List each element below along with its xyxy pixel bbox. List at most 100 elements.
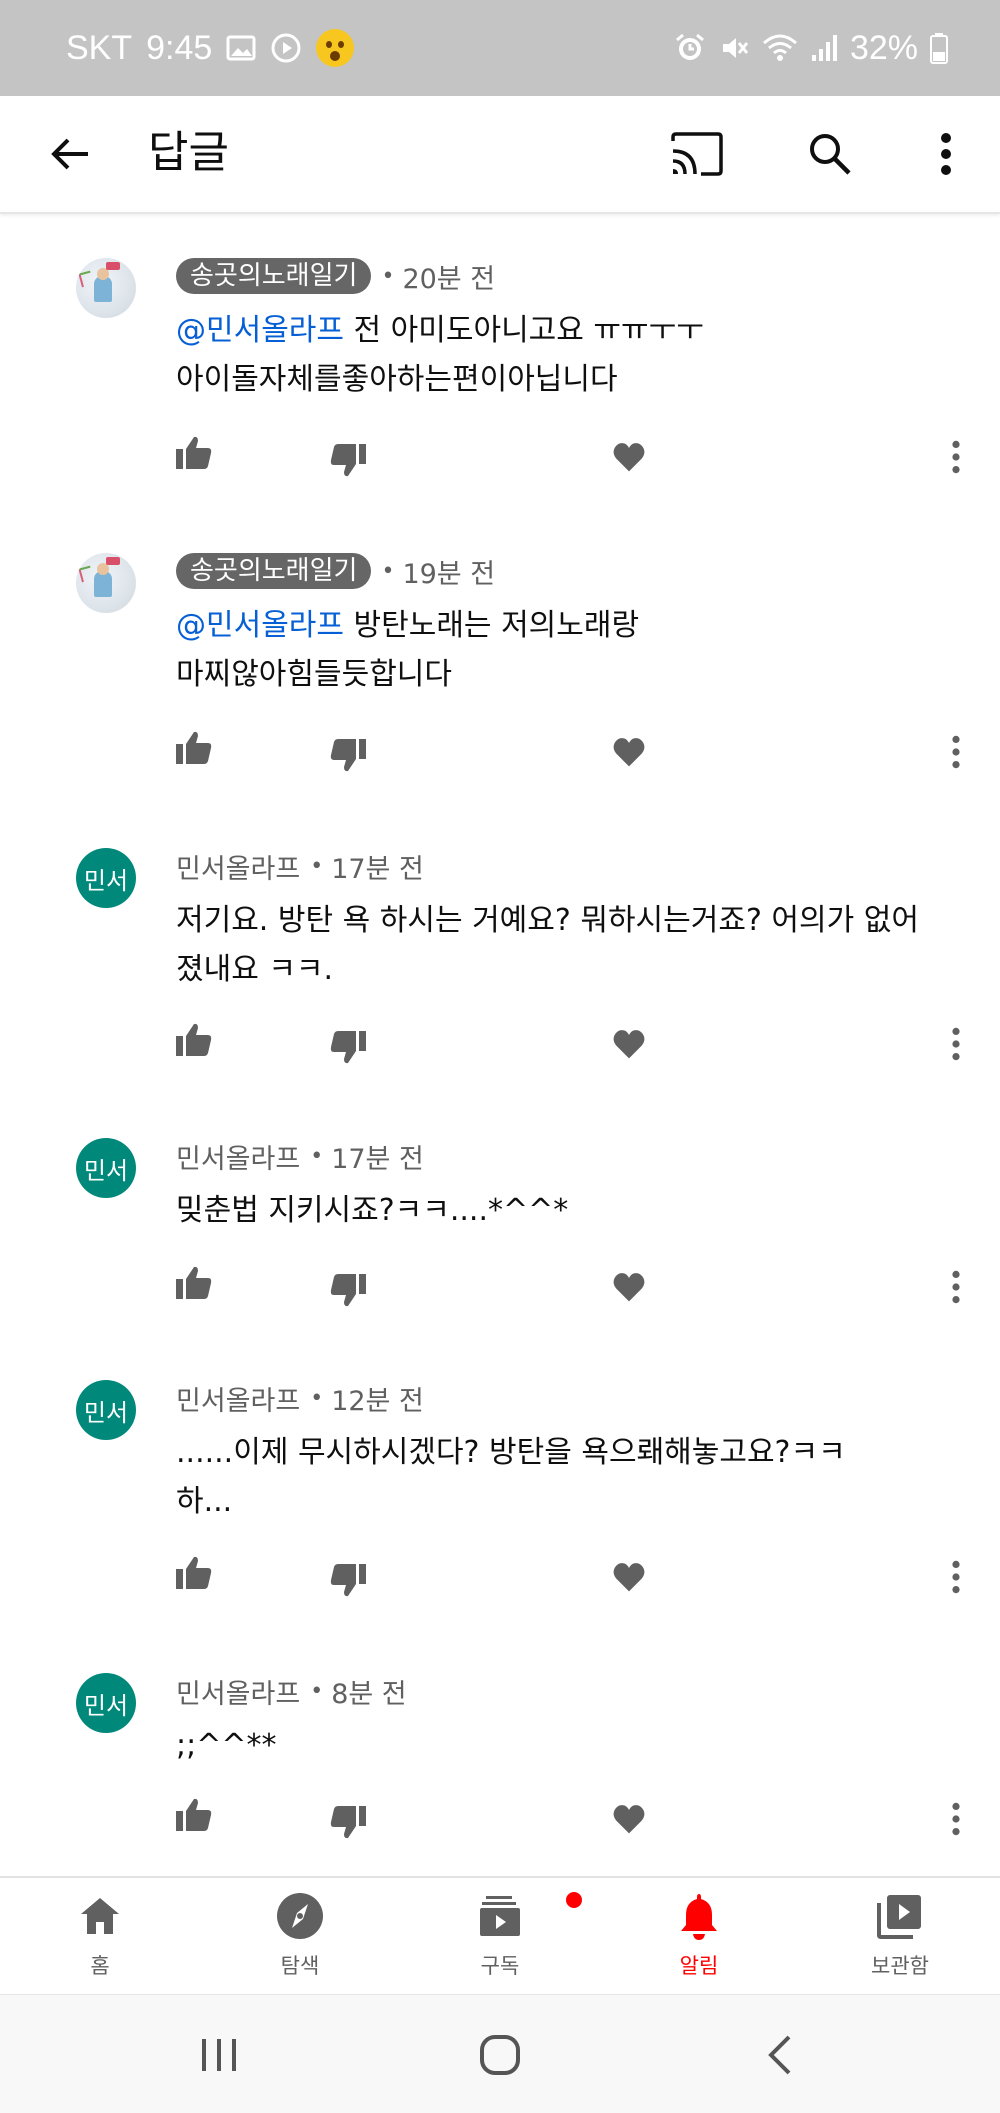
nav-library-label: 보관함 — [871, 1954, 929, 1978]
status-right: 32% — [674, 0, 948, 96]
system-nav-bar — [0, 1994, 1000, 2113]
system-home-button[interactable] — [465, 2020, 535, 2090]
dislike-button[interactable] — [320, 425, 376, 481]
comment-line-2: 마찌않아힘들듯합니다 — [176, 657, 452, 692]
battery-percent: 32% — [849, 28, 918, 67]
comment-more-button[interactable] — [928, 720, 984, 776]
heart-button[interactable] — [601, 1545, 657, 1601]
mention-link[interactable]: @민서올라프 — [176, 313, 344, 348]
subscriptions-icon — [480, 1896, 520, 1936]
avatar[interactable]: 민서 — [76, 848, 136, 908]
library-icon — [877, 1895, 921, 1939]
nav-notifications[interactable]: 알림 — [624, 1886, 774, 1990]
comment-text: ;;^^** — [176, 1728, 277, 1763]
comment-more-button[interactable] — [928, 1787, 984, 1843]
page-title: 답글 — [148, 127, 229, 178]
comment-actions — [0, 1255, 1000, 1315]
comment-text: @민서올라프 방탄노래는 저의노래랑마찌않아힘들듯합니다 — [176, 601, 936, 699]
thumbs-up-icon — [174, 1795, 214, 1835]
thumbs-down-icon — [328, 735, 368, 775]
thumbs-down-icon — [328, 440, 368, 480]
like-button[interactable] — [166, 1545, 222, 1601]
dislike-button[interactable] — [320, 1255, 376, 1311]
bottom-nav: 홈 탐색 구독 알림 보관함 — [0, 1876, 1000, 1994]
dislike-button[interactable] — [320, 1012, 376, 1068]
more-vert-icon — [951, 1269, 961, 1305]
play-icon — [270, 32, 302, 64]
comment-actions — [0, 1545, 1000, 1605]
comment-line-1: 방탄노래는 저의노래랑 — [344, 608, 640, 643]
avatar[interactable] — [76, 258, 136, 318]
comment-actions — [0, 425, 1000, 485]
author-name[interactable]: 민서올라프 — [176, 1379, 300, 1418]
like-button[interactable] — [166, 1787, 222, 1843]
nav-home[interactable]: 홈 — [25, 1886, 175, 1990]
author-name[interactable]: 민서올라프 — [176, 1137, 300, 1176]
notifications-icon — [681, 1894, 717, 1940]
gallery-icon — [226, 34, 256, 62]
thumbs-down-icon — [328, 1027, 368, 1067]
nav-library[interactable]: 보관함 — [825, 1886, 975, 1990]
dislike-button[interactable] — [320, 1545, 376, 1601]
comment-line-1: ......이제 무시하시겠다? 방탄을 욕으뢔해놓고요?ㅋㅋ — [176, 1435, 846, 1470]
avatar[interactable]: 민서 — [76, 1380, 136, 1440]
comment-actions — [0, 1012, 1000, 1072]
heart-icon — [611, 1559, 647, 1595]
clock-label: 9:45 — [146, 28, 213, 67]
cast-button[interactable] — [664, 124, 730, 184]
back-chevron-icon — [768, 2035, 791, 2075]
comment-text: ......이제 무시하시겠다? 방탄을 욕으뢔해놓고요?ㅋㅋ 하... — [176, 1428, 936, 1526]
author-name[interactable]: 민서올라프 — [176, 847, 300, 886]
like-button[interactable] — [166, 720, 222, 776]
heart-icon — [611, 734, 647, 770]
dislike-button[interactable] — [320, 1787, 376, 1843]
comment-meta: 민서올라프 • 17분 전 — [176, 1137, 424, 1176]
system-back-button[interactable] — [745, 2020, 815, 2090]
back-button[interactable] — [40, 124, 100, 184]
comment-text: 밎춘법 지키시죠?ㅋㅋ....*^^* — [176, 1193, 569, 1228]
like-button[interactable] — [166, 425, 222, 481]
status-left: SKT 9:45 — [66, 0, 355, 96]
thumbs-up-icon — [174, 1553, 214, 1593]
nav-subscriptions[interactable]: 구독 — [425, 1886, 584, 1990]
comment-more-button[interactable] — [928, 1255, 984, 1311]
heart-icon — [611, 1801, 647, 1837]
comment-meta: 송곳의노래일기 • 19분 전 — [176, 553, 495, 590]
avatar[interactable] — [76, 553, 136, 613]
comment-meta: 송곳의노래일기 • 20분 전 — [176, 258, 495, 295]
author-chip[interactable]: 송곳의노래일기 — [176, 553, 372, 589]
comment-actions — [0, 1787, 1000, 1847]
comment-meta: 민서올라프 • 8분 전 — [176, 1672, 407, 1711]
recent-apps-button[interactable] — [184, 2020, 254, 2090]
author-chip[interactable]: 송곳의노래일기 — [176, 258, 372, 294]
nav-explore[interactable]: 탐색 — [225, 1886, 375, 1990]
avatar[interactable]: 민서 — [76, 1673, 136, 1733]
search-button[interactable] — [800, 124, 860, 184]
heart-button[interactable] — [601, 1787, 657, 1843]
comment-more-button[interactable] — [928, 1012, 984, 1068]
nav-explore-label: 탐색 — [280, 1954, 320, 1978]
comment-time: 8분 전 — [331, 1678, 407, 1710]
comment-line-2: 아이돌자체를좋아하는편이아닙니다 — [176, 362, 618, 397]
like-button[interactable] — [166, 1255, 222, 1311]
like-button[interactable] — [166, 1012, 222, 1068]
comment-more-button[interactable] — [928, 425, 984, 481]
heart-button[interactable] — [601, 1012, 657, 1068]
mention-link[interactable]: @민서올라프 — [176, 608, 344, 643]
heart-button[interactable] — [601, 1255, 657, 1311]
heart-button[interactable] — [601, 720, 657, 776]
more-vert-icon — [951, 439, 961, 475]
author-name[interactable]: 민서올라프 — [176, 1672, 300, 1711]
search-icon — [810, 134, 851, 175]
comment-more-button[interactable] — [928, 1545, 984, 1601]
heart-button[interactable] — [601, 425, 657, 481]
thumbs-up-icon — [174, 433, 214, 473]
thumbs-up-icon — [174, 728, 214, 768]
heart-icon — [611, 1269, 647, 1305]
signal-icon — [810, 33, 838, 63]
avatar[interactable]: 민서 — [76, 1138, 136, 1198]
nav-subscriptions-label: 구독 — [480, 1954, 520, 1978]
comment-meta: 민서올라프 • 12분 전 — [176, 1379, 424, 1418]
more-options-button[interactable] — [918, 124, 974, 184]
dislike-button[interactable] — [320, 720, 376, 776]
